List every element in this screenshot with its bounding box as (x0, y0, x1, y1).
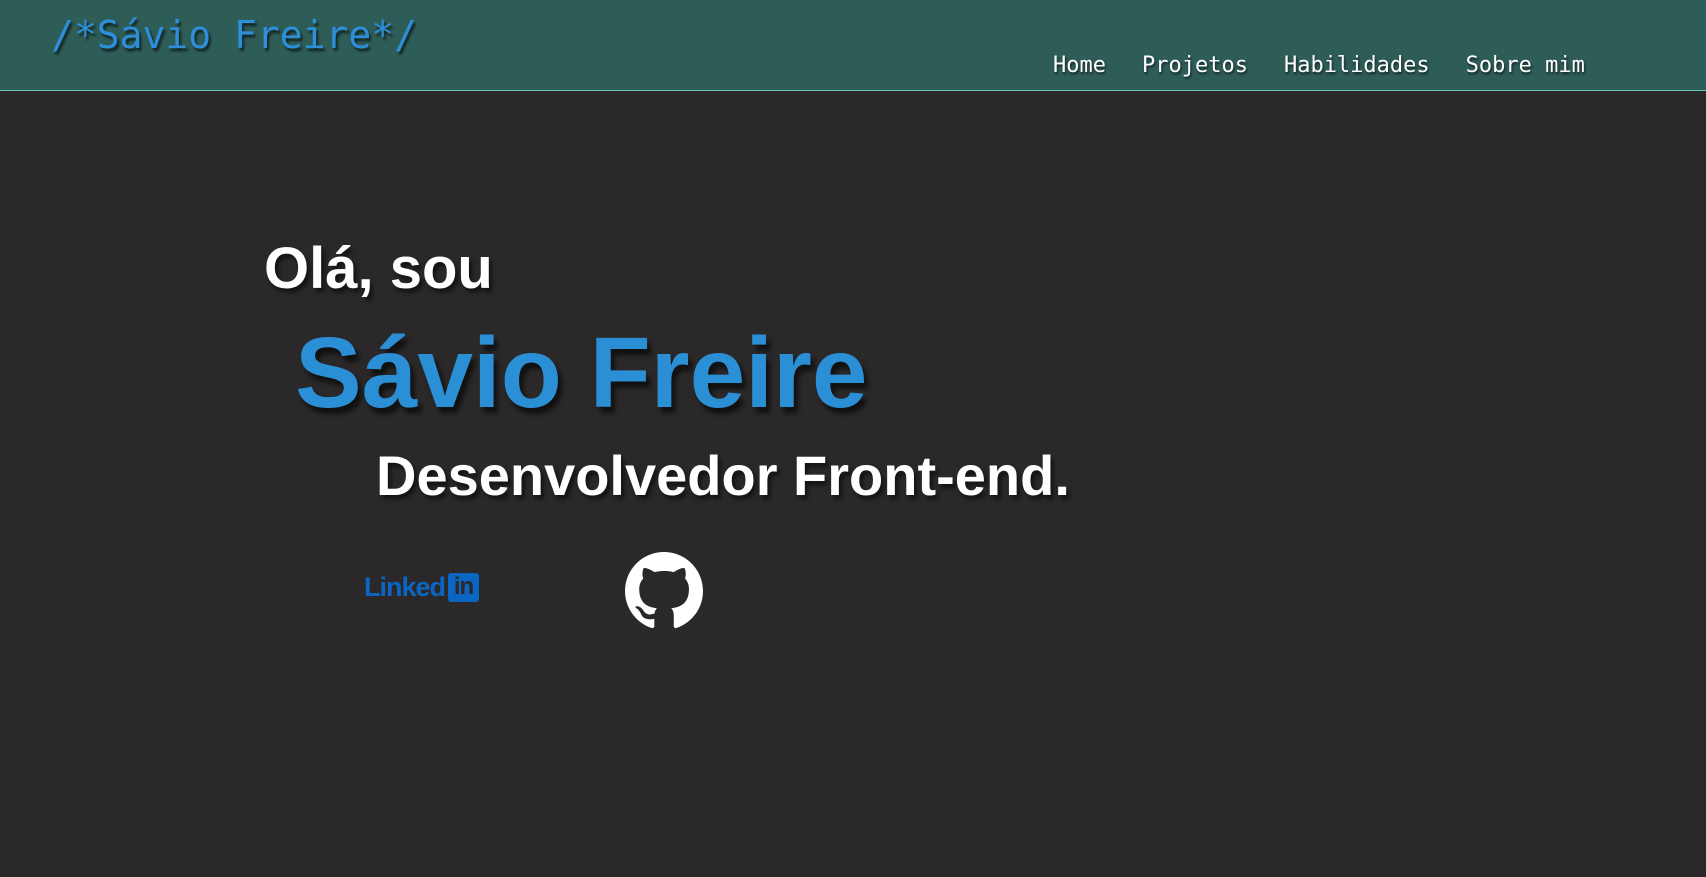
hero-greeting: Olá, sou (264, 236, 493, 301)
linkedin-link[interactable]: Linked in (364, 571, 480, 603)
nav-projetos[interactable]: Projetos (1142, 52, 1248, 80)
main-nav: Home Projetos Habilidades Sobre mim (1053, 52, 1585, 80)
linkedin-in-box: in (448, 572, 480, 602)
site-header: /*Sávio Freire*/ Home Projetos Habilidad… (0, 0, 1706, 91)
nav-habilidades[interactable]: Habilidades (1284, 52, 1430, 80)
github-link[interactable] (625, 552, 703, 630)
nav-sobre-mim[interactable]: Sobre mim (1466, 52, 1585, 80)
hero-role: Desenvolvedor Front-end. (376, 444, 1070, 507)
nav-home[interactable]: Home (1053, 52, 1106, 80)
site-logo[interactable]: /*Sávio Freire*/ (51, 12, 417, 58)
github-icon (625, 552, 703, 629)
linkedin-icon: Linked (364, 572, 446, 602)
hero-name: Sávio Freire (295, 317, 868, 429)
